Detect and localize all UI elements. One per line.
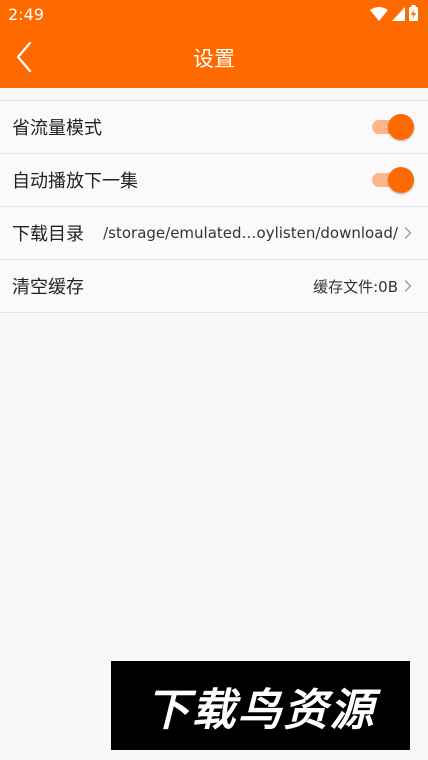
download-directory-value: /storage/emulated…oylisten/download/ [103,224,398,242]
chevron-right-icon [404,279,414,293]
page-title: 设置 [193,47,235,71]
settings-row-clear-cache[interactable]: 清空缓存 缓存文件:0B [0,260,428,313]
app-bar: 设置 [0,30,428,88]
download-directory-label: 下载目录 [12,224,84,245]
status-bar: 2:49 [0,0,428,30]
chevron-right-icon [404,226,414,240]
chevron-left-icon [15,41,33,77]
data-saver-toggle[interactable] [372,114,414,140]
battery-charging-icon [409,5,418,25]
settings-row-download-directory[interactable]: 下载目录 /storage/emulated…oylisten/download… [0,207,428,260]
watermark-logo: 下载鸟资源 [111,661,410,750]
settings-list: 省流量模式 自动播放下一集 下载目录 /storage/emulated…oyl… [0,100,428,313]
wifi-icon [370,6,388,25]
cache-size-value: 缓存文件:0B [313,277,398,296]
settings-row-autoplay-next: 自动播放下一集 [0,154,428,207]
settings-row-data-saver: 省流量模式 [0,101,428,154]
status-icons [370,5,418,25]
back-button[interactable] [4,38,44,80]
autoplay-next-label: 自动播放下一集 [12,171,138,192]
autoplay-next-toggle[interactable] [372,167,414,193]
signal-icon [392,6,405,25]
clear-cache-label: 清空缓存 [12,277,84,298]
watermark-text: 下载鸟资源 [145,684,376,736]
data-saver-label: 省流量模式 [12,118,102,139]
toggle-knob [388,167,414,193]
status-time: 2:49 [8,5,44,24]
toggle-knob [388,114,414,140]
